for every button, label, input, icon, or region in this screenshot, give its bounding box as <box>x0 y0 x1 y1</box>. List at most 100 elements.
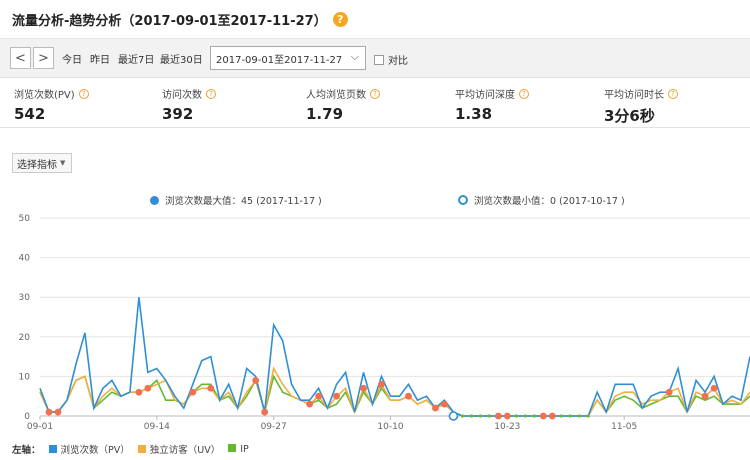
metrics-row: 浏览次数(PV)? 542 访问次数? 392 人均浏览页数? 1.79 平均访… <box>0 82 750 128</box>
highlight-marker <box>144 384 152 392</box>
highlight-marker <box>333 392 340 400</box>
metric-pv: 浏览次数(PV)? 542 <box>14 82 89 123</box>
data-point-ip <box>460 414 465 418</box>
range-last-7-days[interactable]: 最近7日 <box>118 51 154 66</box>
y-tick-label: 10 <box>19 372 31 382</box>
page-title: 流量分析-趋势分析（2017-09-01至2017-11-27） ? <box>12 10 348 29</box>
range-yesterday[interactable]: 昨日 <box>90 51 110 66</box>
highlight-marker <box>441 400 448 408</box>
highlight-marker <box>701 392 709 400</box>
highlight-marker <box>539 412 547 420</box>
y-tick-label: 40 <box>19 254 31 264</box>
data-point-ip <box>559 414 563 418</box>
highlight-marker <box>503 412 511 420</box>
help-icon[interactable]: ? <box>78 88 89 99</box>
legend-item-ip[interactable]: IP <box>228 443 249 455</box>
legend-swatch <box>137 445 146 453</box>
highlight-marker <box>360 384 367 392</box>
y-tick-label: 20 <box>19 333 31 343</box>
y-tick-label: 50 <box>19 214 31 224</box>
highlight-marker <box>710 384 718 392</box>
legend-label: IP <box>240 443 249 455</box>
metric-value: 542 <box>14 105 46 123</box>
y-tick-label: 0 <box>24 412 30 422</box>
choose-metrics-dropdown[interactable]: 选择指标 ▼ <box>12 153 72 173</box>
data-point-ip <box>487 414 491 418</box>
highlight-marker <box>432 404 439 412</box>
highlight-marker <box>378 380 385 388</box>
min-value-text: 浏览次数最小值：0 (2017-10-17 ) <box>474 196 625 207</box>
legend-swatch <box>228 443 237 452</box>
highlight-marker <box>45 408 53 416</box>
x-tick-label: 10-10 <box>377 422 403 432</box>
highlight-marker <box>548 412 556 420</box>
legend-item-uv[interactable]: 独立访客（UV） <box>137 442 220 456</box>
y-tick-label: 30 <box>19 293 31 303</box>
x-tick-label: 10-23 <box>494 422 520 432</box>
help-icon[interactable]: ? <box>370 88 380 99</box>
date-range-value: 2017-09-01至2017-11-27 <box>216 54 343 66</box>
highlight-marker <box>405 392 412 400</box>
metric-value: 1.79 <box>306 105 344 123</box>
metric-label: 人均浏览页数 <box>306 90 366 101</box>
legend-label: 浏览次数（PV） <box>60 445 130 456</box>
x-tick-label: 09-14 <box>144 422 170 432</box>
range-last-30-days[interactable]: 最近30日 <box>160 51 203 66</box>
next-period-button[interactable]: > <box>33 47 54 69</box>
help-icon[interactable]: ? <box>668 88 678 99</box>
x-tick-label: 11-05 <box>611 422 637 432</box>
compare-label: 对比 <box>388 56 408 67</box>
metric-value: 1.38 <box>455 105 493 123</box>
help-icon[interactable]: ? <box>519 88 529 99</box>
trend-chart[interactable]: 0 10 20 30 40 50 09-01 09-14 09-27 10-10 10-23 11-0… <box>0 208 750 434</box>
range-today[interactable]: 今日 <box>62 51 82 66</box>
metric-visits: 访问次数? 392 <box>162 82 216 123</box>
series-line-uv <box>39 366 750 417</box>
data-point-ip <box>577 414 581 418</box>
highlight-marker <box>315 392 323 400</box>
help-icon[interactable]: ? <box>332 12 348 27</box>
toolbar: < > 今日 昨日 最近7日 最近30日 2017-09-01至2017-11-… <box>0 38 750 78</box>
highlight-marker <box>207 384 215 392</box>
data-point-ip <box>568 414 572 418</box>
highlight-marker <box>252 376 260 384</box>
data-point-ip <box>523 414 527 418</box>
metric-label: 平均访问时长 <box>604 90 664 101</box>
highlight-marker <box>135 388 143 396</box>
series-line-pv <box>39 297 750 417</box>
compare-checkbox[interactable] <box>374 54 384 65</box>
left-axis-label: 左轴： <box>12 445 41 456</box>
highlight-marker <box>494 412 502 420</box>
min-value-marker <box>448 411 459 421</box>
compare-toggle[interactable]: 对比 <box>374 52 408 67</box>
legend-item-pv[interactable]: 浏览次数（PV） <box>48 442 130 456</box>
highlight-marker <box>306 400 314 408</box>
prev-period-button[interactable]: < <box>10 47 31 69</box>
chevron-down-icon: ⌵ <box>350 50 359 63</box>
chart-legend: 左轴： 浏览次数（PV） 独立访客（UV） IP <box>12 442 249 456</box>
x-tick-label: 09-27 <box>261 422 287 432</box>
highlight-marker <box>261 408 269 416</box>
x-tick-label: 09-01 <box>27 422 53 432</box>
max-marker-icon <box>150 195 159 205</box>
help-icon[interactable]: ? <box>206 88 216 99</box>
metric-visit-duration: 平均访问时长? 3分6秒 <box>604 82 678 126</box>
highlight-marker <box>189 388 197 396</box>
caret-down-icon: ▼ <box>60 159 66 167</box>
metric-label: 平均访问深度 <box>455 90 515 101</box>
highlight-marker <box>54 408 62 416</box>
data-point-ip <box>586 414 590 418</box>
min-marker-icon <box>458 195 468 205</box>
highlight-marker <box>665 388 673 396</box>
legend-swatch <box>48 445 57 453</box>
metric-label: 浏览次数(PV) <box>14 90 75 101</box>
min-value-note: 浏览次数最小值：0 (2017-10-17 ) <box>458 193 625 207</box>
data-point-ip <box>514 414 518 418</box>
metric-label: 访问次数 <box>162 90 202 101</box>
metric-value: 392 <box>162 105 194 123</box>
choose-metrics-label: 选择指标 <box>17 159 57 171</box>
date-range-select[interactable]: 2017-09-01至2017-11-27 ⌵ <box>210 46 366 70</box>
max-value-note: 浏览次数最大值：45 (2017-11-17 ) <box>150 193 322 207</box>
data-point-ip <box>478 414 482 418</box>
metric-pages-per-user: 人均浏览页数? 1.79 <box>306 82 380 123</box>
